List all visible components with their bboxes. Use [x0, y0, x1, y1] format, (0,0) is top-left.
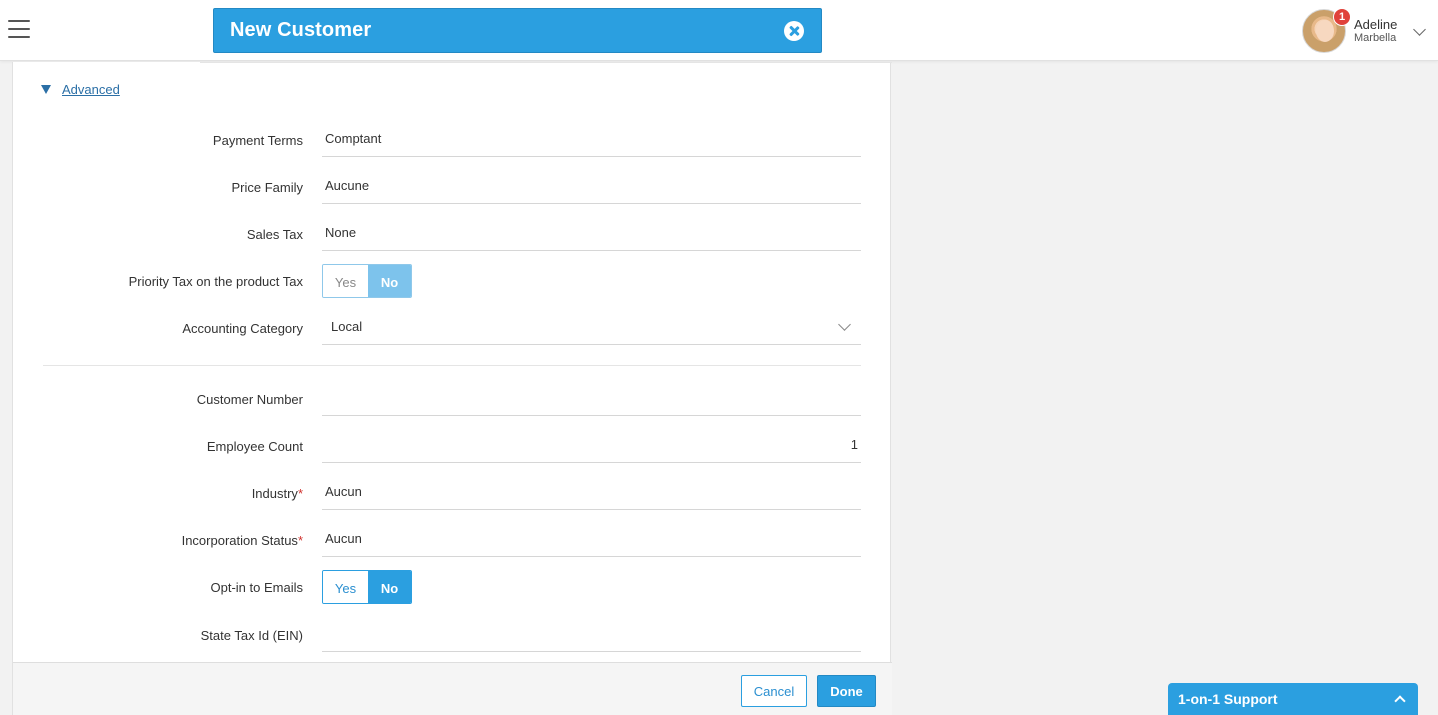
field-label: Priority Tax on the product Tax	[128, 274, 303, 289]
field-label: Sales Tax	[246, 227, 303, 242]
state-tax-id-field[interactable]	[322, 616, 861, 652]
form-row-state-tax-id: State Tax Id (EIN)	[13, 612, 892, 659]
support-label: 1-on-1 Support	[1178, 691, 1278, 707]
priority-tax-toggle: Yes No	[322, 264, 412, 298]
field-label: Price Family	[231, 180, 303, 195]
required-mark: *	[297, 533, 303, 548]
user-first-name: Adeline	[1354, 16, 1398, 32]
industry-label-text: Industry	[251, 486, 298, 501]
field-label: Opt-in to Emails	[210, 580, 303, 595]
field-label: Payment Terms	[212, 133, 303, 148]
dialog-footer: Cancel Done	[13, 662, 892, 715]
done-button[interactable]: Done	[817, 675, 876, 707]
form-row-opt-in-emails: Opt-in to Emails Yes No	[13, 564, 892, 611]
field-label: Customer Number	[196, 392, 303, 407]
form-row-industry: Industry* Aucun	[13, 470, 892, 517]
form-row-customer-number: Customer Number	[13, 376, 892, 423]
opt-in-no-button[interactable]: No	[368, 571, 411, 603]
opt-in-emails-toggle: Yes No	[322, 570, 412, 604]
support-widget[interactable]: 1-on-1 Support	[1168, 683, 1418, 715]
close-circle-icon[interactable]	[784, 21, 804, 41]
accounting-category-select[interactable]: Local	[322, 309, 861, 345]
field-label: State Tax Id (EIN)	[200, 628, 303, 643]
form-row-employee-count: Employee Count 1	[13, 423, 892, 470]
field-label: Incorporation Status*	[182, 517, 303, 564]
avatar: 1	[1302, 8, 1351, 53]
customer-number-field[interactable]	[322, 380, 861, 416]
dialog-title-bar: New Customer	[213, 8, 822, 53]
field-label: Employee Count	[206, 439, 303, 454]
top-bar: New Customer 1 Adeline Marbella	[0, 0, 1438, 61]
user-names: Adeline Marbella	[1354, 17, 1397, 46]
chevron-up-icon[interactable]	[1394, 695, 1406, 707]
price-family-field[interactable]: Aucune	[322, 168, 861, 204]
form-row-incorporation-status: Incorporation Status* Aucun	[13, 517, 892, 564]
field-label: Accounting Category	[182, 321, 303, 336]
divider	[200, 62, 892, 63]
user-menu[interactable]: 1 Adeline Marbella	[1302, 8, 1428, 54]
advanced-link[interactable]: Advanced	[62, 82, 120, 97]
incorporation-status-field[interactable]: Aucun	[322, 521, 861, 557]
form-row-sales-tax: Sales Tax None	[13, 211, 892, 258]
priority-tax-no-button[interactable]: No	[368, 265, 411, 297]
page-title: New Customer	[230, 19, 372, 41]
sales-tax-field[interactable]: None	[322, 215, 861, 251]
employee-count-field[interactable]: 1	[322, 427, 861, 463]
form-row-accounting-category: Accounting Category Local	[13, 305, 892, 352]
accounting-category-value: Local	[331, 319, 363, 334]
payment-terms-field[interactable]: Comptant	[322, 121, 861, 157]
form-panel: Advanced Payment Terms Comptant Price Fa…	[12, 62, 892, 715]
form-row-price-family: Price Family Aucune	[13, 164, 892, 211]
industry-field[interactable]: Aucun	[322, 474, 861, 510]
cancel-button[interactable]: Cancel	[741, 675, 807, 707]
user-last-name: Marbella	[1354, 32, 1397, 45]
form-row-priority-tax: Priority Tax on the product Tax Yes No	[13, 258, 892, 305]
advanced-toggle[interactable]: Advanced	[41, 82, 120, 97]
triangle-down-icon	[41, 85, 51, 94]
chevron-down-icon	[1413, 23, 1426, 36]
priority-tax-yes-button[interactable]: Yes	[323, 265, 368, 297]
required-mark: *	[297, 486, 303, 501]
notification-badge: 1	[1333, 8, 1351, 26]
incorporation-status-label-text: Incorporation Status	[181, 533, 298, 548]
section-divider	[43, 365, 861, 366]
opt-in-yes-button[interactable]: Yes	[323, 571, 368, 603]
field-label: Industry*	[252, 470, 303, 517]
form-row-payment-terms: Payment Terms Comptant	[13, 117, 892, 164]
menu-icon[interactable]	[8, 20, 30, 38]
chevron-down-icon	[838, 318, 851, 331]
